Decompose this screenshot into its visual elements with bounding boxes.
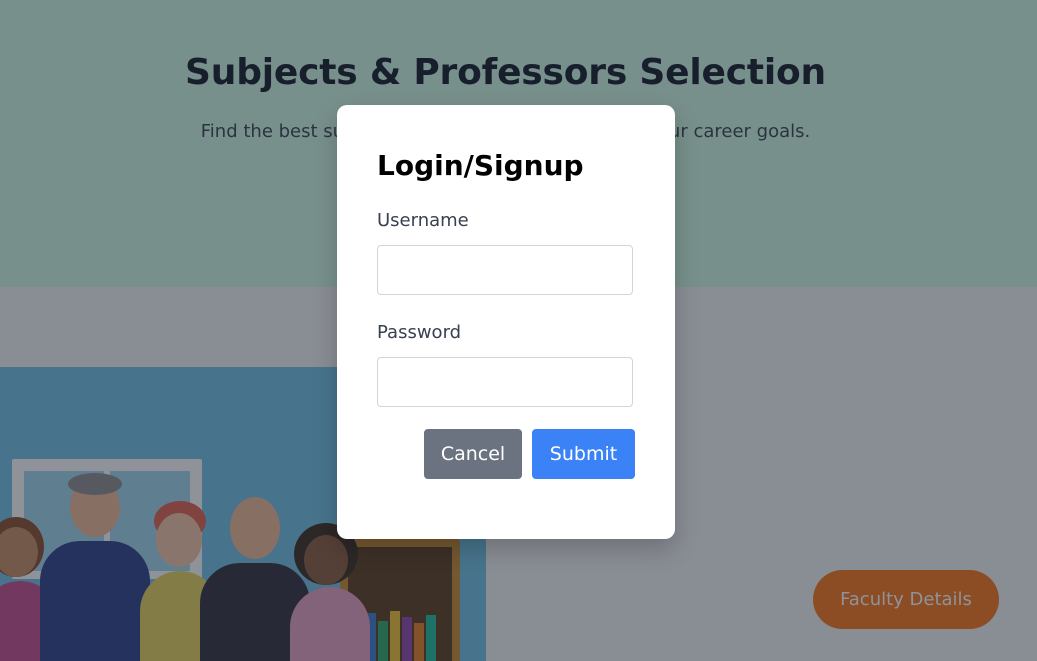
password-label: Password <box>377 322 462 343</box>
submit-button[interactable]: Submit <box>532 429 635 479</box>
username-label: Username <box>377 210 469 231</box>
password-input[interactable] <box>377 357 633 407</box>
login-signup-modal: Login/Signup Username Password Cancel Su… <box>337 105 675 539</box>
cancel-button[interactable]: Cancel <box>424 429 522 479</box>
username-input[interactable] <box>377 245 633 295</box>
modal-title: Login/Signup <box>377 149 584 182</box>
